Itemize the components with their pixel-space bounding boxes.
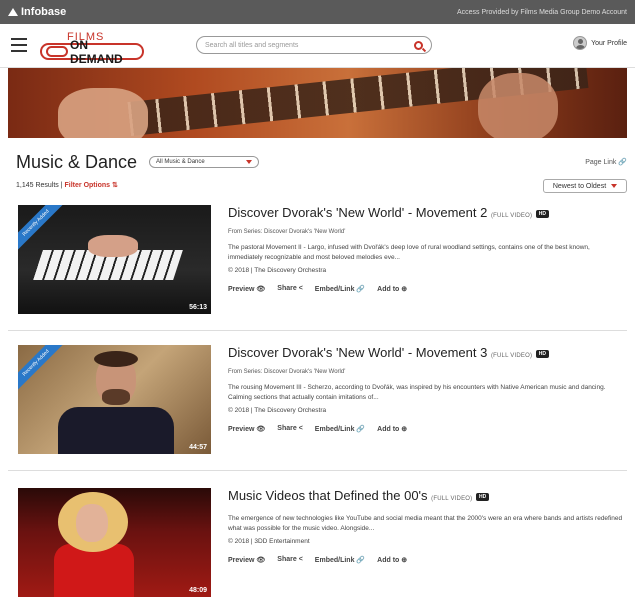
sort-dropdown[interactable]: Newest to Oldest (543, 179, 627, 193)
sort-label: Newest to Oldest (552, 182, 607, 190)
list-item: 48:09 Music Videos that Defined the 00's… (16, 488, 627, 603)
add-to-button[interactable]: Add to ⊕ (377, 556, 407, 564)
category-banner-image (8, 68, 627, 138)
page-title: Music & Dance (16, 151, 138, 172)
video-meta: © 2018 | The Discovery Orchestra (228, 267, 327, 274)
video-title[interactable]: Music Videos that Defined the 00's (FULL… (228, 488, 490, 503)
video-thumbnail[interactable]: Recently Added 44:57 (18, 345, 211, 454)
avatar-icon (573, 36, 588, 50)
video-title[interactable]: Discover Dvorak's 'New World' - Movement… (228, 205, 549, 220)
embed-link-button[interactable]: Embed/Link 🔗 (315, 425, 365, 433)
video-thumbnail[interactable]: 48:09 (18, 488, 211, 597)
profile-label: Your Profile (591, 39, 627, 47)
menu-icon[interactable] (11, 38, 27, 52)
top-bar: Infobase Access Provided by Films Media … (0, 0, 635, 24)
search-icon[interactable] (414, 40, 423, 50)
recently-added-ribbon: Recently Added (18, 205, 69, 256)
logo-d-shape (46, 46, 68, 57)
video-title[interactable]: Discover Dvorak's 'New World' - Movement… (228, 345, 549, 360)
hd-badge: HD (475, 492, 490, 501)
preview-button[interactable]: Preview 👁 (228, 556, 265, 564)
video-description: The rousing Movement III - Scherzo, acco… (228, 384, 606, 401)
divider (8, 330, 627, 331)
access-provided-text: Access Provided by Films Media Group Dem… (456, 8, 627, 16)
duration-label: 56:13 (189, 304, 207, 311)
embed-link-button[interactable]: Embed/Link 🔗 (315, 285, 365, 293)
infobase-triangle-icon (8, 8, 18, 16)
logo-on-demand-text: ON DEMAND (70, 37, 123, 66)
video-description: The emergence of new technologies like Y… (228, 515, 623, 532)
list-item: Recently Added 56:13 Discover Dvorak's '… (16, 205, 627, 320)
profile-button[interactable]: Your Profile (573, 36, 627, 50)
chevron-down-icon (246, 160, 253, 164)
add-to-button[interactable]: Add to ⊕ (377, 425, 407, 433)
results-count: 1,145 Results | (16, 182, 65, 189)
duration-label: 48:09 (189, 587, 207, 594)
share-button[interactable]: Share < (277, 285, 303, 293)
results-summary: 1,145 Results | Filter Options ⇅ (16, 181, 118, 189)
page-link[interactable]: Page Link 🔗 (585, 158, 627, 166)
video-meta: © 2018 | 3DD Entertainment (228, 538, 310, 545)
filter-options-link[interactable]: Filter Options ⇅ (65, 182, 118, 189)
category-select[interactable]: All Music & Dance (149, 156, 260, 168)
preview-button[interactable]: Preview 👁 (228, 285, 265, 293)
chevron-down-icon (611, 184, 618, 188)
search-placeholder: Search all titles and segments (205, 41, 299, 49)
share-button[interactable]: Share < (277, 556, 303, 564)
add-to-button[interactable]: Add to ⊕ (377, 285, 407, 293)
recently-added-ribbon: Recently Added (18, 345, 69, 396)
preview-button[interactable]: Preview 👁 (228, 425, 265, 433)
series-label[interactable]: From Series: Discover Dvorak's 'New Worl… (228, 369, 345, 375)
search-input[interactable]: Search all titles and segments (196, 36, 432, 54)
divider (8, 470, 627, 471)
hd-badge: HD (535, 209, 549, 218)
video-meta: © 2018 | The Discovery Orchestra (228, 407, 327, 414)
series-label[interactable]: From Series: Discover Dvorak's 'New Worl… (228, 229, 345, 235)
site-header: FILMS ON DEMAND Search all titles and se… (0, 24, 635, 68)
video-thumbnail[interactable]: Recently Added 56:13 (18, 205, 211, 314)
video-description: The pastoral Movement II - Largo, infuse… (228, 244, 590, 261)
list-item: Recently Added 44:57 Discover Dvorak's '… (16, 345, 627, 460)
embed-link-button[interactable]: Embed/Link 🔗 (315, 556, 365, 564)
duration-label: 44:57 (189, 444, 207, 451)
films-on-demand-logo[interactable]: FILMS ON DEMAND (40, 31, 144, 66)
category-select-value: All Music & Dance (156, 159, 205, 165)
infobase-label: Infobase (21, 6, 67, 18)
infobase-logo[interactable]: Infobase (8, 6, 66, 18)
hd-badge: HD (535, 349, 549, 358)
share-button[interactable]: Share < (277, 425, 303, 433)
